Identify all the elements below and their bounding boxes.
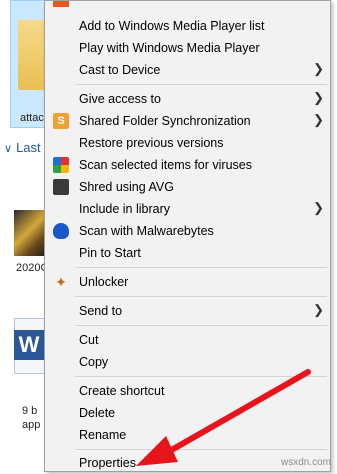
menu-item-label: Copy [79,355,109,369]
menu-item-include-in-library[interactable]: Include in library ❯ [45,198,330,220]
menu-item-label: Cast to Device [79,63,161,77]
menu-separator [75,267,327,268]
menu-separator [75,84,327,85]
menu-item-shared-folder-sync[interactable]: S Shared Folder Synchronization ❯ [45,110,330,132]
menu-item-label: Give access to [79,92,161,106]
menu-item-create-shortcut[interactable]: Create shortcut [45,380,330,402]
menu-item-label: Scan selected items for viruses [79,158,252,172]
menu-item-label: Delete [79,406,116,420]
chevron-right-icon: ❯ [313,61,324,76]
menu-separator [75,449,327,450]
menu-item-label: Play with Windows Media Player [79,41,260,55]
menu-item-label: Scan with Malwarebytes [79,224,214,238]
menu-item-label: Properties [79,456,136,470]
menu-item-label: Pin to Start [79,246,141,260]
context-menu: Add to Windows Media Player list Play wi… [44,0,331,472]
menu-item-rename[interactable]: Rename [45,424,330,446]
menu-item-cut[interactable]: Cut [45,329,330,351]
recent-group-label: Last [16,140,41,155]
menu-separator [75,296,327,297]
menu-item-shred-avg[interactable]: Shred using AVG [45,176,330,198]
document-label-line1: 9 b [22,405,38,417]
watermark: wsxdn.com [280,457,331,468]
menu-item-scan-malwarebytes[interactable]: Scan with Malwarebytes [45,220,330,242]
chevron-down-icon: ∨ [4,143,13,155]
avg-icon [53,157,69,173]
recent-group-header[interactable]: ∨ Last [4,140,41,155]
document-label: 9 b app [22,404,40,432]
folder-label: attac [20,112,44,124]
menu-item-label: Add to Windows Media Player list [79,19,265,33]
menu-item-pin-to-start[interactable]: Pin to Start [45,242,330,264]
shared-folder-sync-icon: S [53,113,69,129]
shredder-icon [53,179,69,195]
menu-item-label: Rename [79,428,127,442]
chevron-right-icon: ❯ [313,90,324,105]
menu-item-label: Cut [79,333,99,347]
menu-separator [75,325,327,326]
menu-item-play-with-wmp[interactable]: Play with Windows Media Player [45,37,330,59]
menu-item-label: Send to [79,304,123,318]
partial-icon [53,1,69,7]
image-thumbnail[interactable] [14,210,48,256]
menu-item-label: Unlocker [79,275,129,289]
word-icon: W [14,330,44,360]
menu-separator [75,376,327,377]
menu-item-label: Create shortcut [79,384,165,398]
menu-item-delete[interactable]: Delete [45,402,330,424]
chevron-right-icon: ❯ [313,112,324,127]
menu-item-label: Shred using AVG [79,180,174,194]
menu-item-send-to[interactable]: Send to ❯ [45,300,330,322]
menu-item-restore-previous-versions[interactable]: Restore previous versions [45,132,330,154]
menu-item-label: Include in library [79,202,171,216]
menu-item-label: Restore previous versions [79,136,224,150]
menu-item-add-to-wmp-list[interactable]: Add to Windows Media Player list [45,15,330,37]
document-label-line2: app [22,419,41,431]
chevron-right-icon: ❯ [313,200,324,215]
folder-icon[interactable] [18,20,46,90]
menu-item-give-access-to[interactable]: Give access to ❯ [45,88,330,110]
menu-item-unlocker[interactable]: ✦ Unlocker [45,271,330,293]
malwarebytes-icon [53,223,69,239]
menu-item-label: Shared Folder Synchronization [79,114,251,128]
menu-item-scan-viruses[interactable]: Scan selected items for viruses [45,154,330,176]
menu-item-copy[interactable]: Copy [45,351,330,373]
chevron-right-icon: ❯ [313,302,324,317]
magic-wand-icon: ✦ [55,274,67,290]
menu-item-cast-to-device[interactable]: Cast to Device ❯ [45,59,330,81]
